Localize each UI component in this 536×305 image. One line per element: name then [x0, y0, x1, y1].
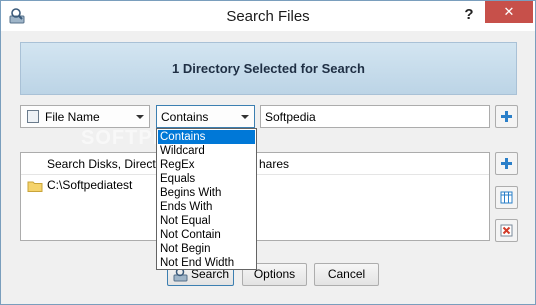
list-item-path: C:\Softpediatest [47, 178, 133, 192]
match-mode-dropdown[interactable]: Contains Wildcard RegEx Equals Begins Wi… [156, 128, 257, 270]
dropdown-option-equals[interactable]: Equals [158, 172, 255, 186]
dropdown-option-ends-with[interactable]: Ends With [158, 200, 255, 214]
dropdown-option-contains[interactable]: Contains [158, 130, 255, 144]
columns-button[interactable] [495, 186, 518, 209]
field-select-value: File Name [45, 110, 100, 124]
add-criteria-button[interactable] [495, 105, 518, 128]
add-directory-button[interactable] [495, 152, 518, 175]
title-bar: Search Files ? ✕ [1, 1, 535, 31]
chevron-down-icon [241, 115, 249, 119]
dropdown-option-not-equal[interactable]: Not Equal [158, 214, 255, 228]
selection-banner: 1 Directory Selected for Search [20, 42, 517, 95]
remove-icon [500, 224, 513, 237]
match-mode-value: Contains [161, 110, 209, 124]
search-input[interactable]: Softpedia [260, 105, 490, 128]
cancel-button[interactable]: Cancel [314, 263, 379, 286]
columns-icon [500, 191, 513, 204]
match-mode-select[interactable]: Contains [156, 105, 255, 128]
dropdown-option-wildcard[interactable]: Wildcard [158, 144, 255, 158]
dropdown-option-not-begin[interactable]: Not Begin [158, 242, 255, 256]
dropdown-option-begins-with[interactable]: Begins With [158, 186, 255, 200]
close-button[interactable]: ✕ [485, 1, 533, 23]
list-header-disks: Search Disks, Director [47, 157, 167, 171]
chevron-down-icon [136, 115, 144, 119]
search-files-window: Search Files ? ✕ 1 Directory Selected fo… [0, 0, 536, 305]
list-header-shares: hares [259, 157, 290, 171]
plus-icon [501, 158, 512, 169]
folder-icon [27, 181, 43, 192]
window-title: Search Files [226, 8, 310, 25]
field-select[interactable]: File Name [20, 105, 150, 128]
file-name-icon [27, 110, 39, 123]
help-button[interactable]: ? [457, 4, 481, 26]
remove-directory-button[interactable] [495, 219, 518, 242]
plus-icon [501, 111, 512, 122]
dropdown-option-regex[interactable]: RegEx [158, 158, 255, 172]
dropdown-option-not-end-width[interactable]: Not End Width [158, 256, 255, 270]
dropdown-option-not-contain[interactable]: Not Contain [158, 228, 255, 242]
